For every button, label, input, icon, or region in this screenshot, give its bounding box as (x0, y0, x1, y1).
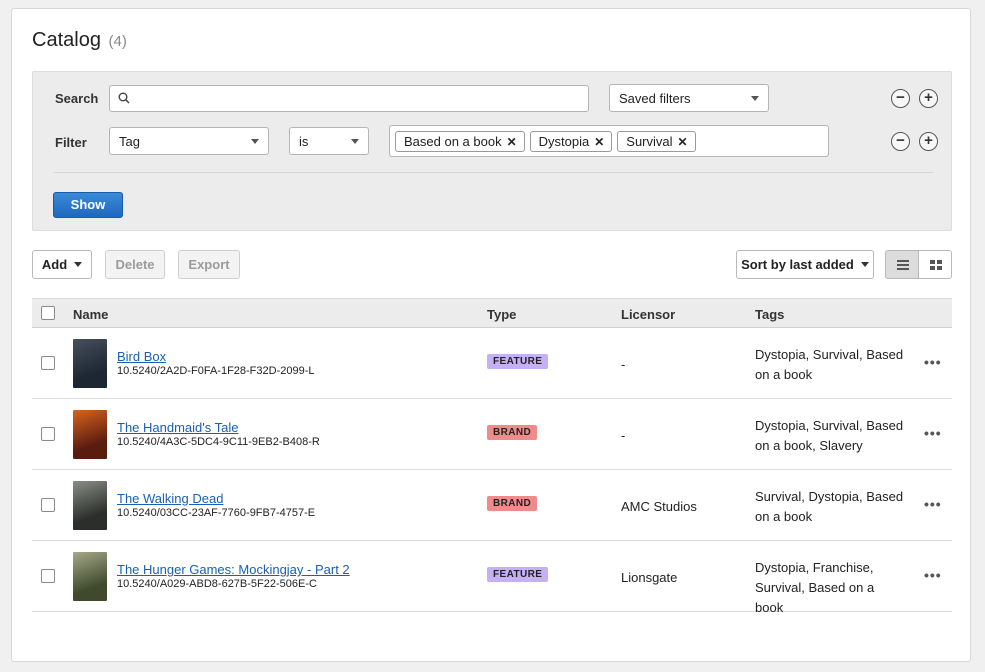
type-badge: FEATURE (487, 354, 549, 369)
row-checkbox[interactable] (41, 427, 55, 441)
chevron-down-icon (351, 139, 359, 144)
more-actions-icon[interactable]: ••• (924, 425, 942, 441)
grid-icon (930, 260, 942, 270)
list-view-button[interactable] (885, 250, 919, 279)
add-search-row-button[interactable]: + (919, 89, 938, 108)
licensor-text: Lionsgate (621, 570, 678, 585)
title-link[interactable]: The Hunger Games: Mockingjay - Part 2 (117, 562, 350, 577)
column-header-licensor[interactable]: Licensor (621, 307, 675, 322)
doi-text: 10.5240/4A3C-5DC4-9C11-9EB2-B408-R (117, 436, 320, 448)
poster-thumbnail (73, 552, 107, 601)
filter-panel: Search Saved filters − + Filter Tag is B… (32, 71, 952, 231)
page-title: Catalog (4) (32, 29, 127, 52)
type-badge: FEATURE (487, 567, 549, 582)
more-actions-icon[interactable]: ••• (924, 496, 942, 512)
licensor-text: AMC Studios (621, 499, 697, 514)
doi-text: 10.5240/A029-ABD8-627B-5F22-506E-C (117, 578, 317, 590)
licensor-text: - (621, 357, 626, 372)
export-button[interactable]: Export (178, 250, 240, 279)
more-actions-icon[interactable]: ••• (924, 354, 942, 370)
filter-field-value: Tag (119, 134, 140, 149)
poster-thumbnail (73, 410, 107, 459)
filter-divider (53, 172, 933, 173)
chevron-down-icon (251, 139, 259, 144)
sort-dropdown[interactable]: Sort by last added (736, 250, 874, 279)
list-icon (897, 260, 909, 270)
title-link[interactable]: The Handmaid's Tale (117, 420, 238, 435)
filter-tags-input[interactable]: Based on a book ✕ Dystopia ✕ Survival ✕ (389, 125, 829, 157)
table-row[interactable]: The Handmaid's Tale 10.5240/4A3C-5DC4-9C… (32, 399, 952, 470)
delete-button[interactable]: Delete (105, 250, 165, 279)
table-row[interactable]: The Hunger Games: Mockingjay - Part 2 10… (32, 541, 952, 615)
licensor-text: - (621, 428, 626, 443)
poster-thumbnail (73, 339, 107, 388)
search-input[interactable] (109, 85, 589, 112)
add-button-label: Add (41, 257, 68, 272)
close-icon[interactable]: ✕ (594, 135, 604, 149)
row-checkbox[interactable] (41, 498, 55, 512)
filter-operator-value: is (299, 134, 309, 149)
saved-filters-select[interactable]: Saved filters (609, 84, 769, 112)
filter-chip[interactable]: Survival ✕ (617, 131, 696, 152)
tags-text: Dystopia, Survival, Based on a book, Sla… (755, 418, 904, 453)
select-all-checkbox[interactable] (41, 306, 55, 320)
poster-thumbnail (73, 481, 107, 530)
table-header: Name Type Licensor Tags (32, 298, 952, 328)
more-actions-icon[interactable]: ••• (924, 567, 942, 583)
search-label: Search (55, 91, 99, 106)
catalog-table: Name Type Licensor Tags Bird Box 10.5240… (32, 298, 952, 615)
filter-field-select[interactable]: Tag (109, 127, 269, 155)
saved-filters-label: Saved filters (619, 91, 691, 106)
column-header-tags[interactable]: Tags (755, 307, 784, 322)
title-link[interactable]: The Walking Dead (117, 491, 223, 506)
catalog-count: (4) (108, 33, 127, 50)
add-filter-row-button[interactable]: + (919, 132, 938, 151)
chevron-down-icon (860, 262, 869, 267)
tags-text: Survival, Dystopia, Based on a book (755, 489, 904, 524)
chevron-down-icon (74, 262, 83, 267)
filter-chip[interactable]: Based on a book ✕ (395, 131, 525, 152)
remove-filter-row-button[interactable]: − (891, 132, 910, 151)
column-header-type[interactable]: Type (487, 307, 516, 322)
close-icon[interactable]: ✕ (507, 135, 517, 149)
show-button[interactable]: Show (53, 192, 123, 218)
filter-label: Filter (55, 135, 87, 150)
row-checkbox[interactable] (41, 356, 55, 370)
grid-view-button[interactable] (918, 250, 952, 279)
sort-label: Sort by last added (741, 257, 854, 272)
doi-text: 10.5240/03CC-23AF-7760-9FB7-4757-E (117, 507, 316, 519)
close-icon[interactable]: ✕ (678, 135, 688, 149)
filter-operator-select[interactable]: is (289, 127, 369, 155)
row-checkbox[interactable] (41, 569, 55, 583)
column-header-name[interactable]: Name (73, 307, 108, 322)
page-title-text: Catalog (32, 29, 101, 51)
table-row[interactable]: Bird Box 10.5240/2A2D-F0FA-1F28-F32D-209… (32, 328, 952, 399)
add-button[interactable]: Add (32, 250, 92, 279)
chevron-down-icon (751, 96, 759, 101)
filter-chip[interactable]: Dystopia ✕ (529, 131, 613, 152)
doi-text: 10.5240/2A2D-F0FA-1F28-F32D-2099-L (117, 365, 315, 377)
search-icon (118, 92, 130, 104)
tags-text: Dystopia, Survival, Based on a book (755, 347, 904, 382)
catalog-card: Catalog (4) Search Saved filters − + Fil… (11, 8, 971, 662)
remove-search-row-button[interactable]: − (891, 89, 910, 108)
type-badge: BRAND (487, 496, 538, 511)
type-badge: BRAND (487, 425, 538, 440)
title-link[interactable]: Bird Box (117, 349, 166, 364)
table-row[interactable]: The Walking Dead 10.5240/03CC-23AF-7760-… (32, 470, 952, 541)
tags-text: Dystopia, Franchise, Survival, Based on … (755, 560, 875, 615)
